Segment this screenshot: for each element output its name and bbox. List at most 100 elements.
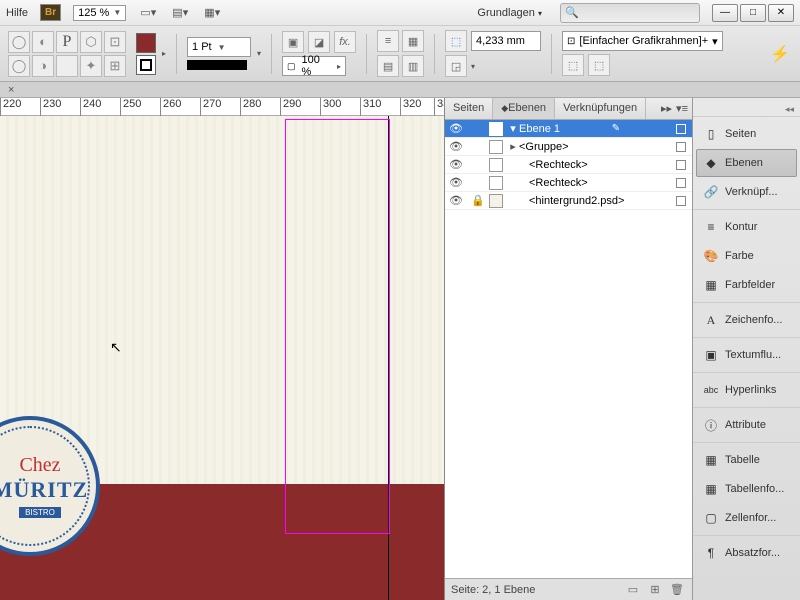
zoom-level[interactable]: 125 %▼ [73,5,126,21]
quick-apply-icon[interactable]: ⚡ [770,44,790,64]
document-tab[interactable]: × [0,82,800,98]
dock-table[interactable]: ▦Tabelle [696,446,797,474]
transform-icon[interactable]: ⬚ [445,30,467,52]
panel-footer: Seite: 2, 1 Ebene ▭ ⊞ 🗑 [445,578,692,600]
pen-icon: ✎ [612,123,620,134]
shadow-icon[interactable]: ◪ [308,31,330,53]
dock-para[interactable]: ¶Absatzfor... [696,539,797,567]
dock-cellfo[interactable]: ▢Zellenfor... [696,504,797,532]
opt2-icon[interactable]: ⬚ [588,54,610,76]
close-button[interactable]: ✕ [768,4,794,22]
fill-swatch[interactable] [136,33,156,53]
dock-swatches[interactable]: ▦Farbfelder [696,271,797,299]
dock-attr[interactable]: ⓘAttribute [696,411,797,439]
tool-icon[interactable] [56,55,78,77]
bridge-button[interactable]: Br [40,4,61,21]
tool-icon[interactable]: ⊞ [104,55,126,77]
wrap2-icon[interactable]: ▥ [402,55,424,77]
dock-char[interactable]: AZeichenfo... [696,306,797,334]
cursor-icon: ↖ [110,339,122,356]
dock-layers[interactable]: ◆Ebenen [696,149,797,177]
tab-pages[interactable]: Seiten [445,98,493,119]
swatches-icon: ▦ [703,277,719,293]
tableformat-icon: ▦ [703,481,719,497]
tool-icon[interactable]: ◯ [8,55,30,77]
dock-tablefo[interactable]: ▦Tabellenfo... [696,475,797,503]
tab-layers[interactable]: ◆Ebenen [493,98,555,119]
visibility-icon[interactable]: 👁 [445,194,467,207]
columns-icon[interactable]: ▤ [377,55,399,77]
workspace-switcher[interactable]: Grundlagen ▾ [471,5,548,21]
wrap-icon[interactable]: ▦ [402,30,424,52]
width-input[interactable]: 4,233 mm [471,31,541,51]
links-icon: 🔗 [703,184,719,200]
view-options-icon[interactable]: ▦▾ [202,3,222,23]
menu-bar: Hilfe Br 125 %▼ ▭▾ ▤▾ ▦▾ Grundlagen ▾ 🔍 … [0,0,800,26]
stroke-style[interactable] [187,60,247,70]
dock-color[interactable]: 🎨Farbe [696,242,797,270]
stroke-swatch[interactable] [136,55,156,75]
tool-icon[interactable]: ✦ [80,55,102,77]
corner-icon[interactable]: ◲ [445,55,467,77]
ruler-horizontal: 220 230 240 250 260 270 280 290 300 310 … [0,98,444,116]
dock-links[interactable]: 🔗Verknüpf... [696,178,797,206]
layer-row[interactable]: 👁 ▾ Ebene 1 ✎ [445,120,692,138]
canvas-area[interactable]: 220 230 240 250 260 270 280 290 300 310 … [0,98,444,600]
layers-icon: ◆ [703,155,719,171]
close-tab-icon[interactable]: × [8,84,14,96]
new-layer-icon[interactable]: ⊞ [646,582,664,598]
selection-box[interactable] [285,119,390,534]
control-bar: ◯ ◐ P ⬡ ⊡ ◯ ◑ ✦ ⊞ ▸ 1 Pt▼ ▾ ▣ ◪ fx. ▢100… [0,26,800,82]
visibility-icon[interactable]: 👁 [445,140,467,153]
stroke-icon: ≡ [703,219,719,235]
pages-icon: ▯ [703,126,719,142]
dock-hyper[interactable]: abcHyperlinks [696,376,797,404]
tool-icons: ◯ ◐ P ⬡ ⊡ ◯ ◑ ✦ ⊞ [8,31,126,77]
dock-stroke[interactable]: ≡Kontur [696,213,797,241]
effects-icon[interactable]: ▣ [282,31,304,53]
search-input[interactable]: 🔍 [560,3,700,23]
fx-icon[interactable]: fx. [334,31,356,53]
visibility-icon[interactable]: 👁 [445,122,467,135]
tool-icon[interactable]: ⬡ [80,31,102,53]
collapse-icon[interactable]: ▸▸ [661,102,672,115]
object-style[interactable]: ⊡[Einfacher Grafikrahmen]+▾ [562,31,723,51]
right-dock: ◂◂ ▯Seiten ◆Ebenen 🔗Verknüpf... ≡Kontur … [692,98,800,600]
dock-pages[interactable]: ▯Seiten [696,120,797,148]
opacity-input[interactable]: ▢100 %▸ [282,56,346,76]
panel-menu-icon[interactable]: ▾≡ [676,102,688,115]
footer-icon[interactable]: ▭ [624,582,642,598]
arrange-icon[interactable]: ▤▾ [170,3,190,23]
lock-icon[interactable]: 🔒 [467,194,489,207]
maximize-button[interactable]: □ [740,4,766,22]
align-icon[interactable]: ≡ [377,30,399,52]
layer-row[interactable]: 👁 <Rechteck> [445,156,692,174]
tool-icon[interactable]: ⊡ [104,31,126,53]
para-icon: ¶ [703,545,719,561]
minimize-button[interactable]: — [712,4,738,22]
dock-collapse-icon[interactable]: ◂◂ [693,104,800,116]
layer-row[interactable]: 👁 <Rechteck> [445,174,692,192]
cellformat-icon: ▢ [703,510,719,526]
layer-list: 👁 ▾ Ebene 1 ✎ 👁 ▸ <Gruppe> 👁 <Rechteck> … [445,120,692,578]
stroke-weight[interactable]: 1 Pt▼ [187,37,251,57]
layer-row[interactable]: 👁 ▸ <Gruppe> [445,138,692,156]
visibility-icon[interactable]: 👁 [445,176,467,189]
delete-layer-icon[interactable]: 🗑 [668,582,686,598]
dock-wrap[interactable]: ▣Textumflu... [696,341,797,369]
layer-row[interactable]: 👁 🔒 <hintergrund2.psd> [445,192,692,210]
search-icon: 🔍 [565,6,579,19]
tool-p-icon[interactable]: P [56,31,78,53]
tool-icon[interactable]: ◑ [32,55,54,77]
menu-help[interactable]: Hilfe [6,7,28,19]
hyperlink-icon: abc [703,382,719,398]
screen-mode-icon[interactable]: ▭▾ [138,3,158,23]
color-icon: 🎨 [703,248,719,264]
opt1-icon[interactable]: ⬚ [562,54,584,76]
tool-icon[interactable]: ◐ [32,31,54,53]
tool-icon[interactable]: ◯ [8,31,30,53]
visibility-icon[interactable]: 👁 [445,158,467,171]
tab-links[interactable]: Verknüpfungen [555,98,646,119]
layers-panel: Seiten ◆Ebenen Verknüpfungen ▸▸ ▾≡ 👁 ▾ Eb… [444,98,692,600]
table-icon: ▦ [703,452,719,468]
